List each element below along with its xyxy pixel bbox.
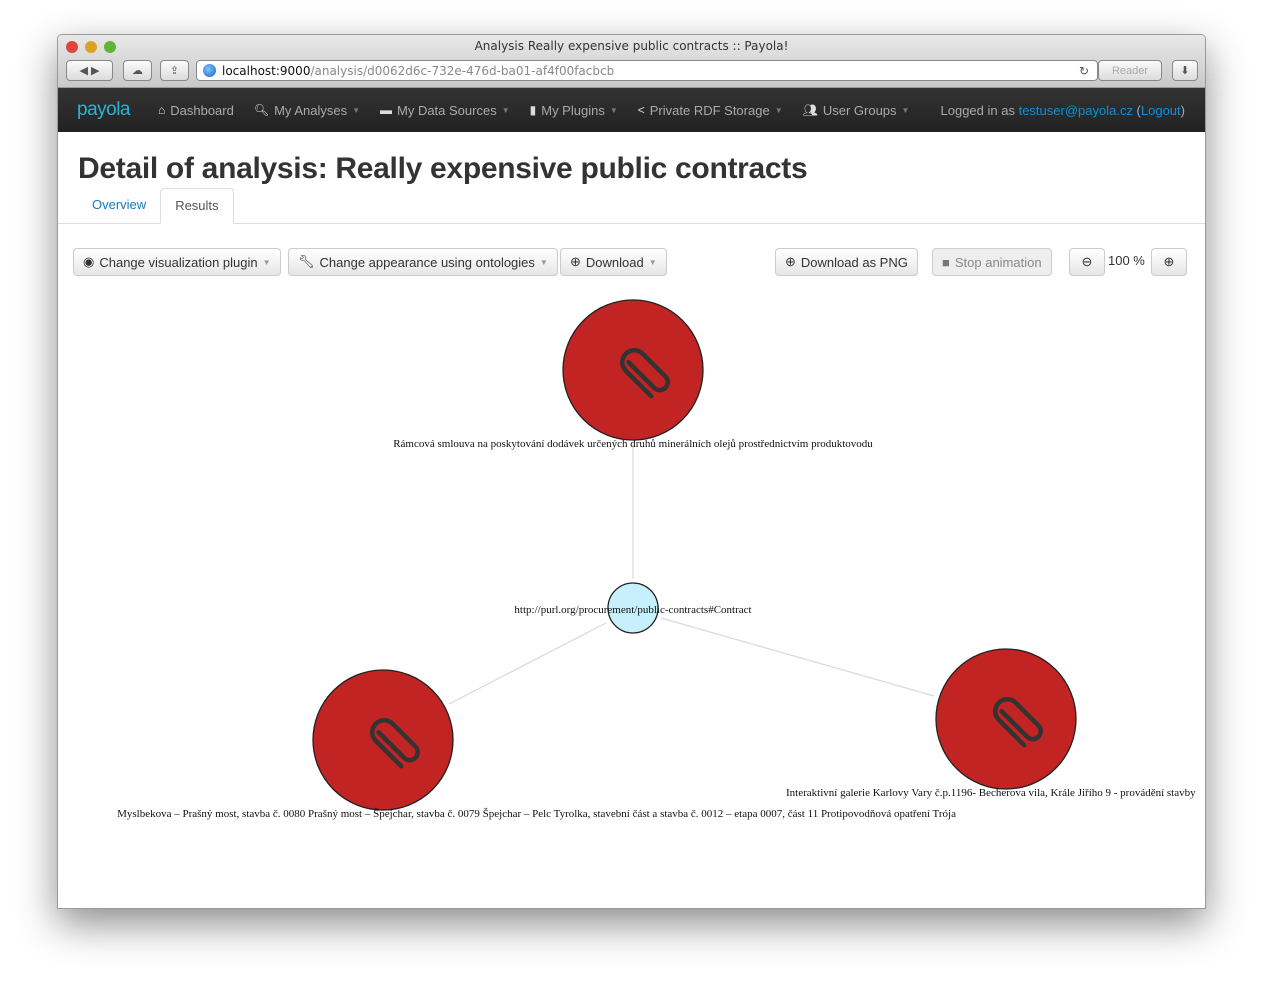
node-label: Interaktivní galerie Karlovy Vary č.p.11…	[786, 787, 1196, 799]
stop-icon: ■	[942, 254, 950, 270]
graph-canvas[interactable]: Rámcová smlouva na poskytování dodávek u…	[58, 35, 1206, 909]
node-label: Myslbekova – Prašný most, stavba č. 0080…	[117, 808, 956, 820]
graph-edge	[660, 617, 935, 697]
graph-edge	[448, 622, 607, 705]
zoom-out-icon: ⊖	[1081, 254, 1093, 269]
download-png-button[interactable]: ⊕ Download as PNG	[775, 248, 918, 276]
caret-down-icon: ▼	[539, 257, 548, 267]
download-button[interactable]: ⊕ Download ▼	[560, 248, 667, 276]
browser-window: Analysis Really expensive public contrac…	[57, 34, 1206, 909]
node-label: Rámcová smlouva na poskytování dodávek u…	[393, 438, 873, 450]
zoom-level: 100 %	[1108, 253, 1145, 268]
contract-node[interactable]	[312, 669, 454, 811]
node-circle[interactable]	[935, 648, 1077, 790]
wrench-icon: 🔧︎	[298, 254, 315, 269]
zoom-in-button[interactable]: ⊕	[1151, 248, 1187, 276]
contract-node[interactable]	[562, 299, 704, 441]
node-circle[interactable]	[312, 669, 454, 811]
eye-icon: ◉	[83, 254, 95, 269]
node-circle[interactable]	[562, 299, 704, 441]
node-label: http://purl.org/procurement/public-contr…	[514, 604, 751, 616]
stop-animation-button[interactable]: ■ Stop animation	[932, 248, 1052, 276]
change-appearance-button[interactable]: 🔧︎ Change appearance using ontologies ▼	[288, 248, 558, 276]
caret-down-icon: ▼	[262, 257, 271, 267]
zoom-in-icon: ⊕	[1163, 254, 1175, 269]
download-circle-icon: ⊕	[785, 254, 796, 269]
download-circle-icon: ⊕	[570, 254, 581, 269]
caret-down-icon: ▼	[648, 257, 657, 267]
change-visualization-plugin-button[interactable]: ◉ Change visualization plugin ▼	[73, 248, 281, 276]
zoom-out-button[interactable]: ⊖	[1069, 248, 1105, 276]
contract-node[interactable]	[935, 648, 1077, 790]
